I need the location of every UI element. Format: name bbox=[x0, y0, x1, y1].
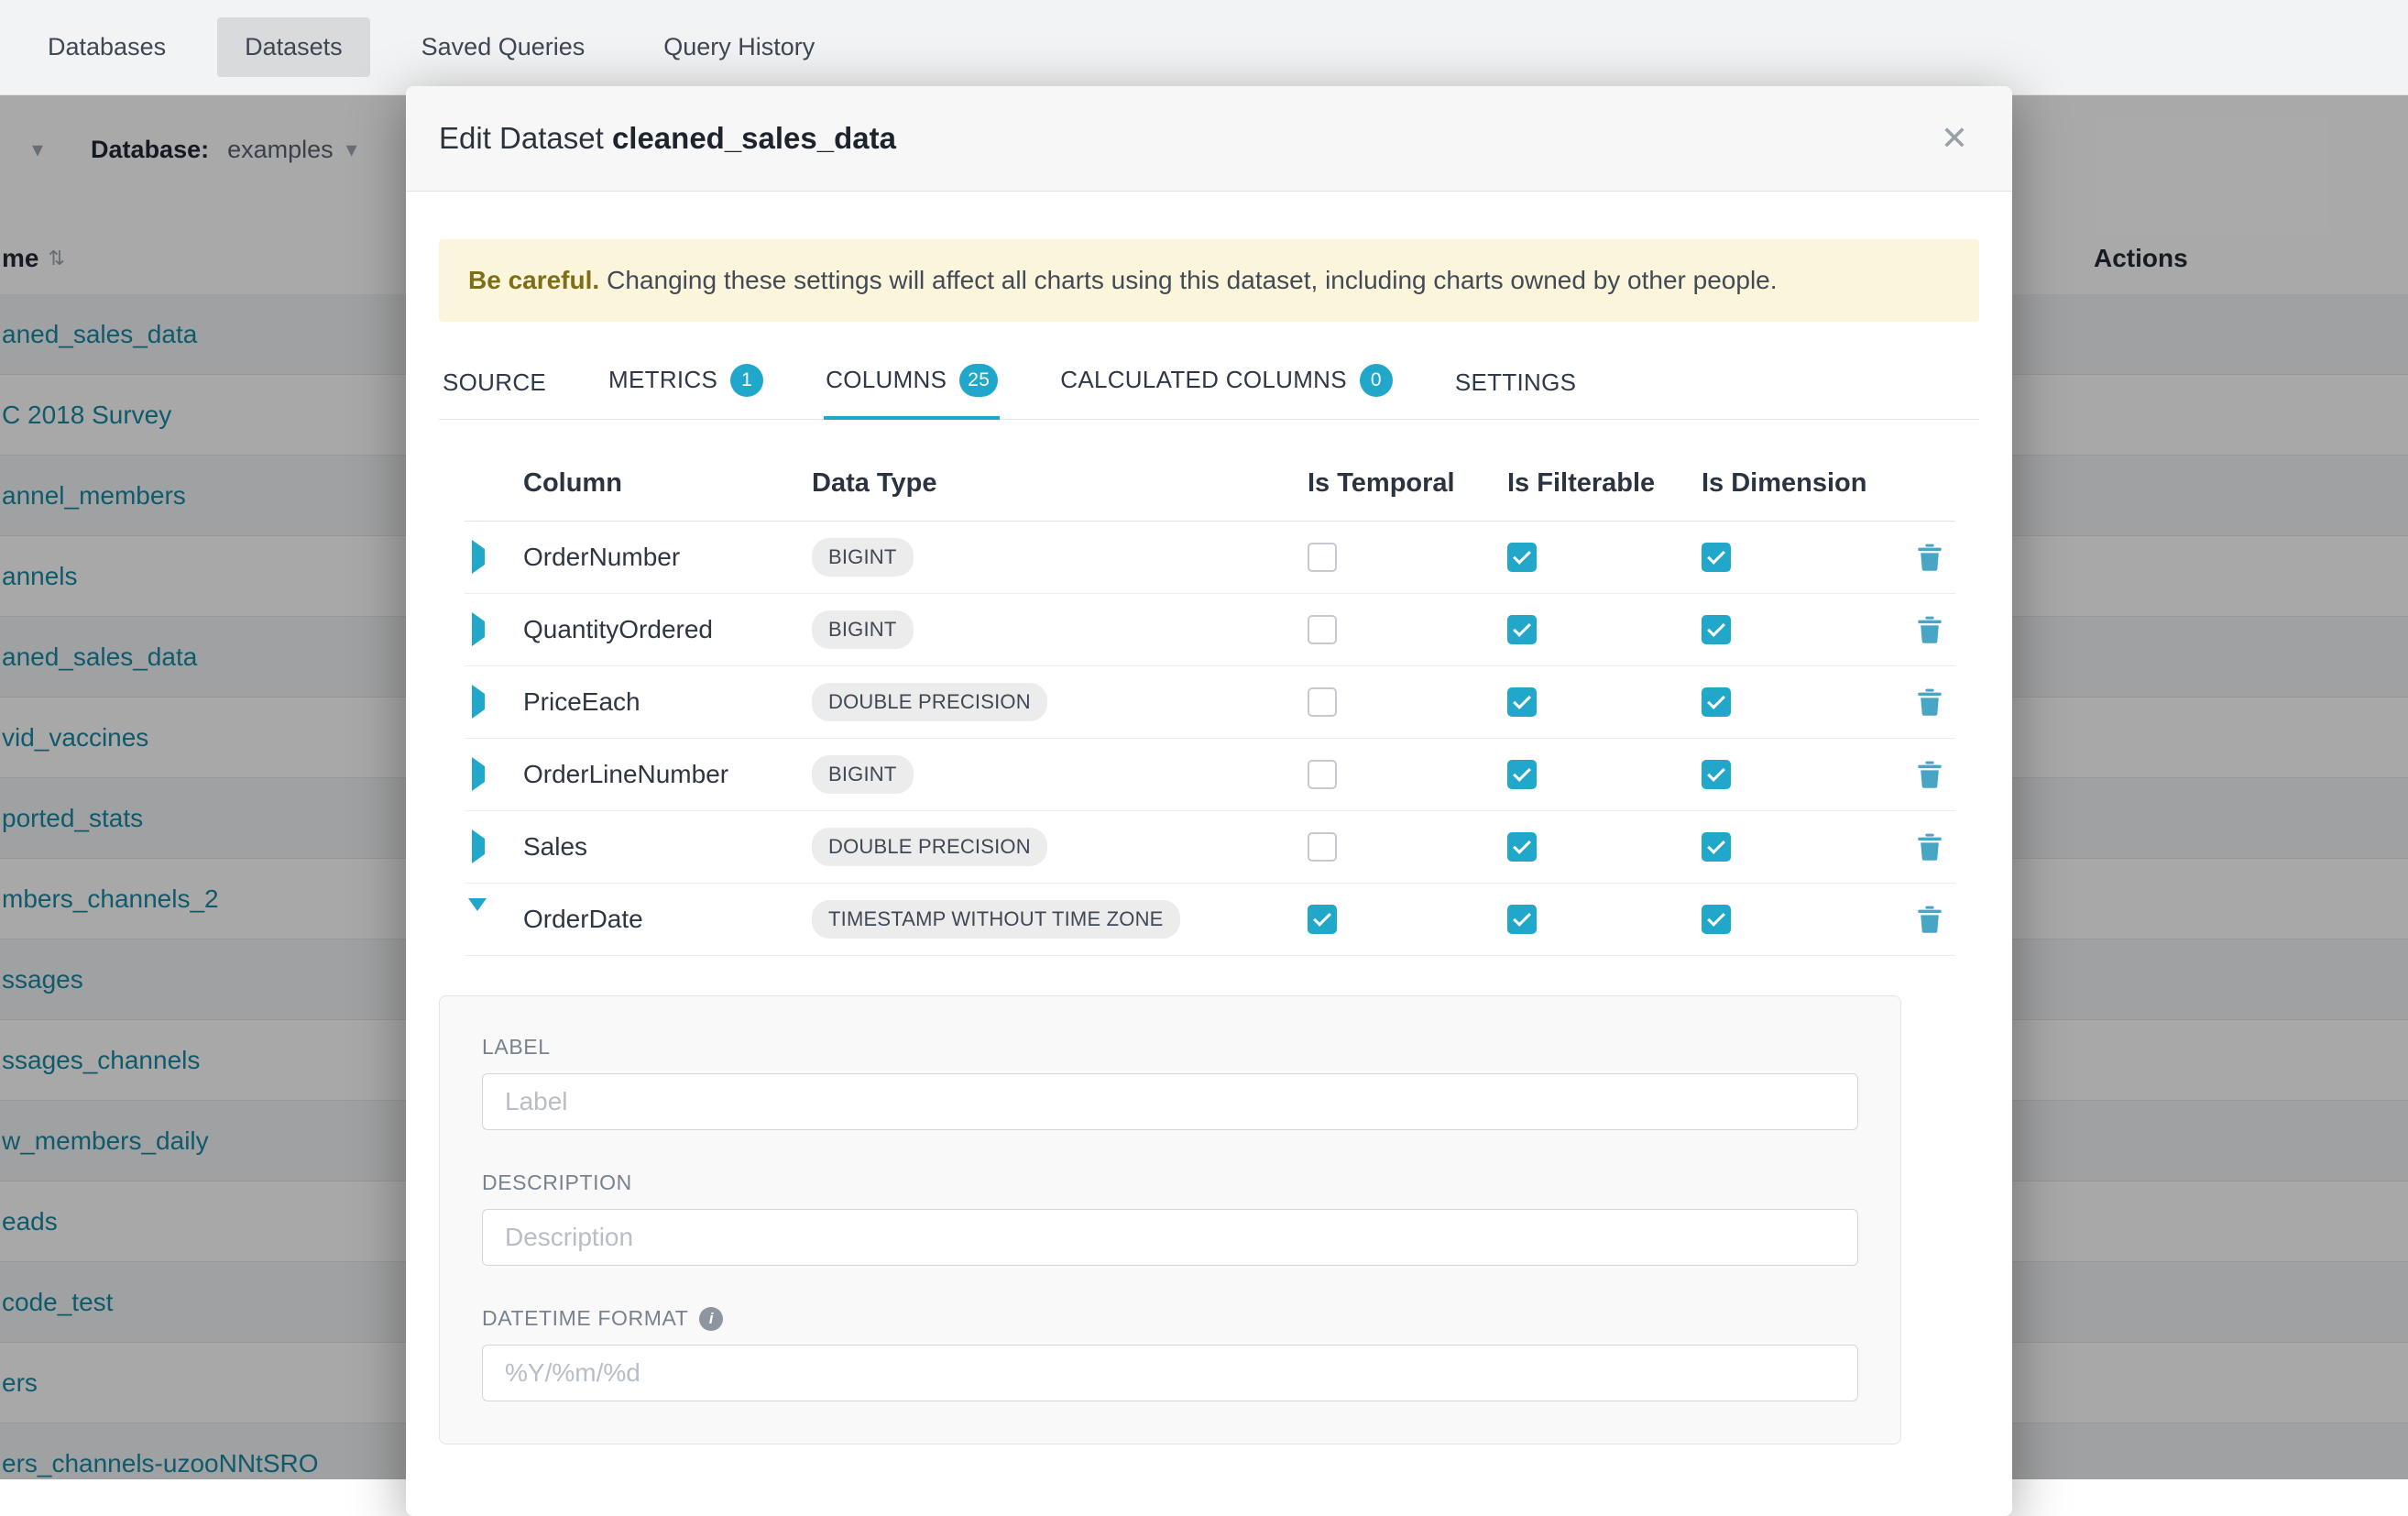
warning-text: Changing these settings will affect all … bbox=[607, 266, 1777, 294]
modal-tabs: SOURCE METRICS 1 COLUMNS 25 CALCULATED C… bbox=[439, 364, 1979, 420]
column-name: OrderLineNumber bbox=[523, 760, 812, 789]
is-filterable-checkbox[interactable] bbox=[1507, 543, 1537, 572]
info-icon[interactable]: i bbox=[699, 1307, 723, 1331]
expand-caret-icon[interactable] bbox=[472, 829, 485, 863]
column-name: QuantityOrdered bbox=[523, 615, 812, 644]
delete-icon[interactable] bbox=[1917, 616, 1943, 643]
is-dimension-checkbox[interactable] bbox=[1702, 687, 1731, 717]
column-row: OrderDate TIMESTAMP WITHOUT TIME ZONE bbox=[465, 884, 1955, 956]
tab-calculated-columns[interactable]: CALCULATED COLUMNS 0 bbox=[1058, 364, 1395, 419]
label-field-group: LABEL bbox=[482, 1035, 1858, 1130]
is-temporal-checkbox[interactable] bbox=[1308, 543, 1337, 572]
column-name: OrderNumber bbox=[523, 543, 812, 572]
label-field-label-text: LABEL bbox=[482, 1035, 551, 1060]
edit-dataset-modal: Edit Dataset cleaned_sales_data ✕ Be car… bbox=[406, 86, 2012, 1516]
modal-header: Edit Dataset cleaned_sales_data ✕ bbox=[406, 86, 2012, 192]
delete-icon[interactable] bbox=[1917, 761, 1943, 788]
is-temporal-checkbox[interactable] bbox=[1308, 760, 1337, 789]
data-type-pill: DOUBLE PRECISION bbox=[812, 683, 1047, 721]
is-dimension-header: Is Dimension bbox=[1702, 468, 1910, 499]
tab-label: CALCULATED COLUMNS bbox=[1060, 366, 1347, 394]
tab-count-badge: 1 bbox=[730, 364, 763, 397]
tab-label: SOURCE bbox=[443, 368, 546, 397]
nav-item-query-history[interactable]: Query History bbox=[636, 17, 842, 77]
column-row: OrderNumber BIGINT bbox=[465, 522, 1955, 594]
column-name: PriceEach bbox=[523, 687, 812, 717]
column-row: OrderLineNumber BIGINT bbox=[465, 739, 1955, 811]
nav-item-databases[interactable]: Databases bbox=[20, 17, 193, 77]
is-temporal-checkbox[interactable] bbox=[1308, 905, 1337, 934]
expand-caret-icon[interactable] bbox=[472, 612, 485, 646]
modal-title-prefix: Edit Dataset bbox=[439, 121, 604, 155]
nav-item-saved-queries[interactable]: Saved Queries bbox=[394, 17, 613, 77]
column-row: PriceEach DOUBLE PRECISION bbox=[465, 666, 1955, 739]
tab-settings[interactable]: SETTINGS bbox=[1453, 368, 1578, 419]
is-filterable-checkbox[interactable] bbox=[1507, 615, 1537, 644]
warning-banner: Be careful. Changing these settings will … bbox=[439, 239, 1979, 322]
data-type-pill: TIMESTAMP WITHOUT TIME ZONE bbox=[812, 900, 1180, 939]
column-row: Sales DOUBLE PRECISION bbox=[465, 811, 1955, 884]
delete-icon[interactable] bbox=[1917, 906, 1943, 933]
label-field-label: LABEL bbox=[482, 1035, 1858, 1060]
modal-body: Be careful. Changing these settings will … bbox=[406, 239, 2012, 1445]
data-type-pill: BIGINT bbox=[812, 610, 914, 649]
datetime-format-input[interactable] bbox=[482, 1345, 1858, 1401]
is-temporal-checkbox[interactable] bbox=[1308, 687, 1337, 717]
data-type-pill: BIGINT bbox=[812, 538, 914, 577]
columns-table: Column Data Type Is Temporal Is Filterab… bbox=[465, 420, 1955, 956]
warning-bold-text: Be careful. bbox=[468, 266, 599, 294]
tab-count-badge: 0 bbox=[1360, 364, 1393, 397]
column-name: OrderDate bbox=[523, 905, 812, 934]
expand-caret-icon[interactable] bbox=[472, 757, 485, 791]
expand-caret-icon[interactable] bbox=[472, 685, 485, 719]
tab-label: COLUMNS bbox=[826, 366, 947, 394]
is-dimension-checkbox[interactable] bbox=[1702, 832, 1731, 862]
is-dimension-checkbox[interactable] bbox=[1702, 905, 1731, 934]
data-type-pill: DOUBLE PRECISION bbox=[812, 828, 1047, 866]
data-type-header: Data Type bbox=[812, 468, 1308, 499]
modal-title: Edit Dataset cleaned_sales_data bbox=[439, 121, 896, 156]
data-type-pill: BIGINT bbox=[812, 755, 914, 794]
is-temporal-checkbox[interactable] bbox=[1308, 615, 1337, 644]
expand-caret-icon[interactable] bbox=[468, 898, 487, 927]
tab-label: METRICS bbox=[608, 366, 717, 394]
delete-icon[interactable] bbox=[1917, 544, 1943, 571]
column-header: Column bbox=[523, 468, 812, 499]
delete-icon[interactable] bbox=[1917, 833, 1943, 861]
is-filterable-checkbox[interactable] bbox=[1507, 760, 1537, 789]
tab-metrics[interactable]: METRICS 1 bbox=[607, 364, 765, 419]
is-dimension-checkbox[interactable] bbox=[1702, 760, 1731, 789]
modal-title-dataset-name: cleaned_sales_data bbox=[612, 121, 896, 155]
column-row: QuantityOrdered BIGINT bbox=[465, 594, 1955, 666]
nav-item-datasets[interactable]: Datasets bbox=[217, 17, 370, 77]
tab-count-badge: 25 bbox=[959, 364, 998, 397]
tab-source[interactable]: SOURCE bbox=[441, 368, 548, 419]
label-input[interactable] bbox=[482, 1073, 1858, 1130]
is-filterable-checkbox[interactable] bbox=[1507, 905, 1537, 934]
is-filterable-checkbox[interactable] bbox=[1507, 687, 1537, 717]
close-icon[interactable]: ✕ bbox=[1935, 121, 1974, 156]
tab-columns[interactable]: COLUMNS 25 bbox=[824, 364, 1000, 419]
column-detail-panel: LABEL DESCRIPTION DATETIME FORMAT i bbox=[439, 995, 1901, 1445]
delete-icon[interactable] bbox=[1917, 688, 1943, 716]
tab-label: SETTINGS bbox=[1455, 368, 1576, 397]
datetime-format-field-label: DATETIME FORMAT i bbox=[482, 1306, 1858, 1332]
column-name: Sales bbox=[523, 832, 812, 862]
columns-table-header: Column Data Type Is Temporal Is Filterab… bbox=[465, 420, 1955, 522]
expand-caret-icon[interactable] bbox=[472, 540, 485, 574]
datetime-format-label-text: DATETIME FORMAT bbox=[482, 1306, 688, 1331]
datetime-format-field-group: DATETIME FORMAT i bbox=[482, 1306, 1858, 1401]
description-field-group: DESCRIPTION bbox=[482, 1170, 1858, 1266]
is-temporal-header: Is Temporal bbox=[1308, 468, 1507, 499]
is-filterable-checkbox[interactable] bbox=[1507, 832, 1537, 862]
description-field-label: DESCRIPTION bbox=[482, 1170, 1858, 1196]
columns-table-body: OrderNumber BIGINT QuantityOrdered BIGIN… bbox=[465, 522, 1955, 956]
is-dimension-checkbox[interactable] bbox=[1702, 543, 1731, 572]
is-dimension-checkbox[interactable] bbox=[1702, 615, 1731, 644]
is-temporal-checkbox[interactable] bbox=[1308, 832, 1337, 862]
description-input[interactable] bbox=[482, 1209, 1858, 1266]
is-filterable-header: Is Filterable bbox=[1507, 468, 1702, 499]
description-field-label-text: DESCRIPTION bbox=[482, 1170, 632, 1195]
top-nav: Databases Datasets Saved Queries Query H… bbox=[0, 0, 2408, 95]
